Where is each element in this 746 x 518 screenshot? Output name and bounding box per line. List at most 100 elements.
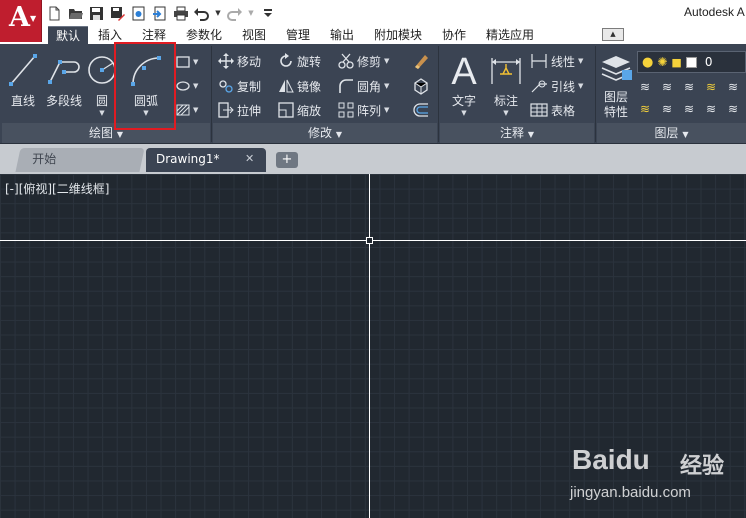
chevron-down-icon[interactable]: ▼	[578, 57, 583, 65]
ribbon-minimize-toggle[interactable]: ▲	[602, 28, 624, 41]
layer-tool-icon[interactable]: ≋	[684, 102, 694, 116]
table-icon	[530, 103, 548, 117]
mirror-icon	[279, 79, 294, 93]
redo-icon[interactable]	[226, 5, 243, 22]
layer-tool-icon[interactable]: ≋	[662, 102, 672, 116]
tab-home[interactable]: 默认	[48, 26, 89, 44]
fillet-button[interactable]: 圆角 ▼	[338, 76, 389, 96]
tab-collaborate[interactable]: 协作	[434, 26, 474, 44]
leader-button[interactable]: 引线 ▼	[530, 76, 583, 96]
layer-dropdown[interactable]: ● ✺ ■ 0	[637, 51, 746, 73]
new-icon[interactable]	[46, 5, 63, 22]
save-as-icon[interactable]	[109, 5, 126, 22]
viewport-controls[interactable]: [-][俯视][二维线框]	[5, 180, 109, 197]
layer-tool-icon[interactable]: ≋	[706, 80, 716, 94]
print-icon[interactable]	[172, 5, 189, 22]
chevron-down-icon[interactable]: ▼	[446, 109, 482, 117]
redo-dropdown-icon[interactable]: ▼	[247, 5, 255, 22]
chevron-down-icon[interactable]: ▼	[384, 57, 389, 65]
rectangle-icon	[176, 56, 190, 68]
modify-panel-title[interactable]: 修改 ▼	[213, 124, 437, 142]
application-menu-button[interactable]: A ▼	[0, 0, 42, 42]
autocad-logo-icon: A	[9, 2, 30, 33]
mirror-button[interactable]: 镜像	[278, 76, 321, 96]
move-icon	[218, 53, 234, 69]
ellipse-button[interactable]: ▼	[176, 76, 198, 96]
erase-button[interactable]	[412, 51, 430, 71]
trim-button[interactable]: 修剪 ▼	[338, 51, 389, 71]
customize-icon[interactable]	[259, 5, 276, 22]
tab-output[interactable]: 输出	[322, 26, 362, 44]
layer-tool-icon[interactable]: ≋	[640, 80, 650, 94]
baidu-watermark: Baidu 经验 jingyan.baidu.com	[570, 436, 740, 514]
layer-tool-icon[interactable]: ≋	[728, 80, 738, 94]
layer-tool-icon[interactable]: ≋	[640, 102, 650, 116]
layer-tools-grid: ≋ ≋ ≋ ≋ ≋ ≋ ≋ ≋ ≋ ≋	[640, 78, 746, 122]
chevron-down-icon[interactable]: ▼	[384, 106, 389, 114]
tab-manage[interactable]: 管理	[278, 26, 318, 44]
explode-button[interactable]	[412, 76, 430, 96]
bulb-icon: ●	[642, 54, 654, 70]
layer-tool-icon[interactable]: ≋	[662, 80, 672, 94]
linear-dim-button[interactable]: 线性 ▼	[530, 51, 583, 71]
text-button[interactable]: A 文字 ▼	[446, 48, 482, 117]
annotation-panel-title[interactable]: 注释 ▼	[440, 124, 594, 142]
trim-icon	[338, 53, 354, 69]
layer-tool-icon[interactable]: ≋	[728, 102, 738, 116]
undo-dropdown-icon[interactable]: ▼	[214, 5, 222, 22]
line-button[interactable]: 直线	[6, 48, 40, 109]
layer-properties-button[interactable]: 图层 特性	[598, 48, 634, 120]
tab-view[interactable]: 视图	[234, 26, 274, 44]
highlight-box	[114, 42, 176, 130]
rectangle-button[interactable]: ▼	[176, 52, 198, 72]
chevron-down-icon[interactable]: ▼	[488, 109, 524, 117]
current-layer-name: 0	[704, 55, 713, 69]
close-icon[interactable]: ✕	[245, 152, 254, 165]
offset-button[interactable]	[412, 100, 430, 120]
export-icon[interactable]	[151, 5, 168, 22]
array-button[interactable]: 阵列 ▼	[338, 100, 389, 120]
polyline-icon	[48, 60, 80, 84]
crosshair-horizontal	[0, 240, 746, 241]
dimension-icon	[491, 58, 521, 84]
eraser-icon	[415, 55, 428, 69]
lock-icon: ■	[671, 55, 682, 69]
offset-icon	[413, 103, 428, 117]
chevron-down-icon[interactable]: ▼	[193, 58, 198, 66]
sun-icon: ✺	[657, 55, 668, 69]
save-icon[interactable]	[88, 5, 105, 22]
tab-parametric[interactable]: 参数化	[178, 26, 230, 44]
chevron-down-icon[interactable]: ▼	[193, 82, 198, 90]
hatch-button[interactable]: ▼	[176, 100, 198, 120]
dimension-button[interactable]: 标注 ▼	[488, 48, 524, 117]
copy-button[interactable]: 复制	[218, 76, 261, 96]
layers-panel-title[interactable]: 图层 ▼	[597, 124, 746, 142]
undo-icon[interactable]	[193, 5, 210, 22]
web-icon[interactable]	[130, 5, 147, 22]
layer-tool-icon[interactable]: ≋	[684, 80, 694, 94]
ellipse-icon	[176, 81, 190, 91]
polyline-button[interactable]: 多段线	[44, 48, 84, 109]
new-tab-button[interactable]: +	[276, 152, 298, 168]
hatch-icon	[176, 104, 190, 116]
title-bar: ▼ ▼ Autodesk A	[0, 0, 746, 26]
table-button[interactable]: 表格	[530, 100, 575, 120]
rotate-button[interactable]: 旋转	[278, 51, 321, 71]
move-button[interactable]: 移动	[218, 51, 261, 71]
chevron-down-icon: ▼	[30, 14, 37, 23]
ribbon-tab-bar: 默认 插入 注释 参数化 视图 管理 输出 附加模块 协作 精选应用 ▲	[42, 24, 746, 44]
chevron-down-icon[interactable]: ▼	[384, 82, 389, 90]
dimension-label: 标注	[493, 94, 518, 108]
watermark-brand: Baidu	[572, 444, 650, 475]
layers-icon	[601, 56, 632, 81]
tab-featured-apps[interactable]: 精选应用	[478, 26, 542, 44]
scale-button[interactable]: 缩放	[278, 100, 321, 120]
stretch-button[interactable]: 拉伸	[218, 100, 261, 120]
chevron-down-icon[interactable]: ▼	[578, 82, 583, 90]
open-icon[interactable]	[67, 5, 84, 22]
chevron-down-icon[interactable]: ▼	[193, 106, 198, 114]
tab-addins[interactable]: 附加模块	[366, 26, 430, 44]
tab-start[interactable]: 开始	[15, 148, 145, 172]
draw-panel-title[interactable]: 绘图 ▼	[2, 124, 210, 142]
layer-tool-icon[interactable]: ≋	[706, 102, 716, 116]
